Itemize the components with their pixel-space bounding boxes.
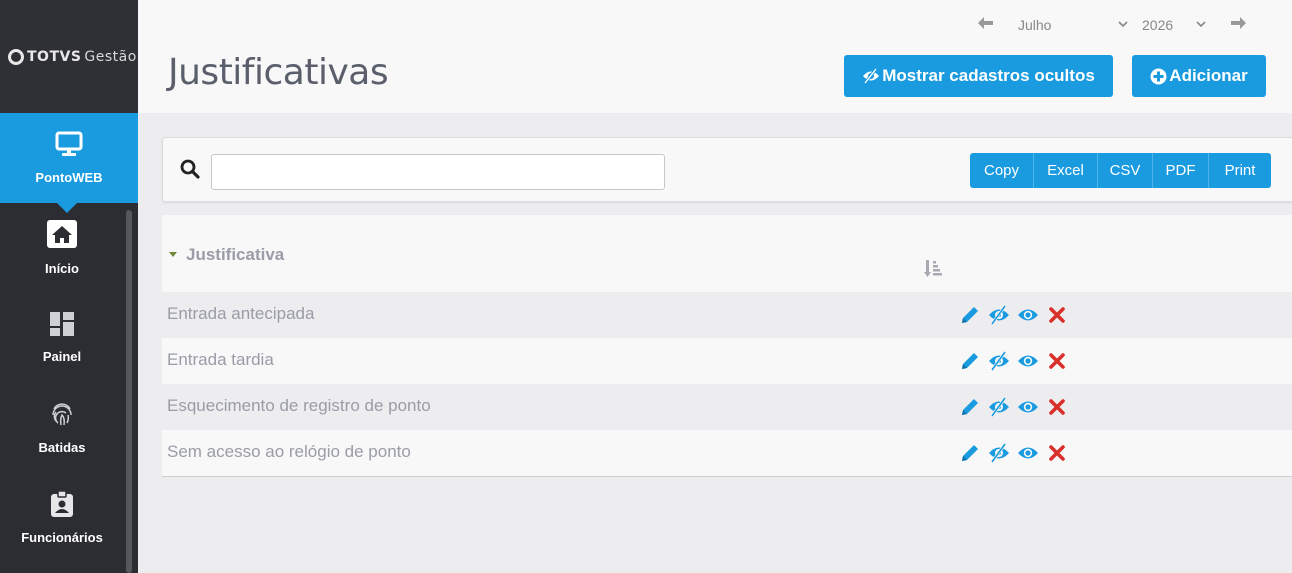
table-row[interactable]: Entrada antecipada [162,292,1292,338]
pencil-icon[interactable] [959,304,981,326]
arrow-left-icon[interactable] [978,16,994,34]
print-button[interactable]: Print [1209,153,1271,188]
pencil-icon[interactable] [959,442,981,464]
home-icon [47,220,77,253]
row-actions [959,396,1075,418]
eye-slash-icon[interactable] [988,350,1010,372]
show-hidden-label: Mostrar cadastros ocultos [882,66,1095,85]
sidebar-item-batidas[interactable]: Batidas [0,383,124,473]
brand-logo[interactable]: TOTVS Gestão [0,0,138,113]
sidebar-item-label: Painel [42,349,82,364]
year-select[interactable]: 2026 [1142,17,1206,33]
row-actions [959,350,1075,372]
delete-icon[interactable] [1046,442,1068,464]
fingerprint-icon [50,401,74,432]
brand-product: Gestão [84,48,137,65]
table-row[interactable]: Sem acesso ao relógio de ponto [162,430,1292,476]
sidebar-item-inicio[interactable]: Início [0,203,124,293]
add-label: Adicionar [1169,66,1248,85]
export-button-group: Copy Excel CSV PDF Print [970,153,1271,188]
eye-slash-icon[interactable] [988,304,1010,326]
sidebar-item-funcionarios[interactable]: Funcionários [0,473,124,563]
sort-icon[interactable] [924,260,942,283]
sidebar-item-label: Batidas [38,440,86,455]
table-row[interactable]: Esquecimento de registro de ponto [162,384,1292,430]
search-toolbar: Copy Excel CSV PDF Print [162,137,1292,202]
delete-icon[interactable] [1046,350,1068,372]
row-justificativa: Entrada antecipada [167,304,315,323]
add-button[interactable]: Adicionar [1132,55,1266,97]
chevron-down-icon [1118,19,1128,31]
pdf-button[interactable]: PDF [1153,153,1209,188]
eye-slash-icon[interactable] [988,396,1010,418]
brand-name: TOTVS [27,48,82,65]
sidebar-item-label: Início [45,261,79,276]
arrow-right-icon[interactable] [1230,16,1246,34]
sidebar-item-painel[interactable]: Painel [0,293,124,383]
sidebar-item-label: Funcionários [21,530,103,545]
column-header-justificativa: Justificativa [186,245,285,264]
row-actions [959,304,1075,326]
badge-icon [51,490,73,522]
month-select[interactable]: Julho [1018,17,1128,33]
row-justificativa: Esquecimento de registro de ponto [167,396,431,415]
date-navigator: Julho 2026 [978,16,1246,34]
totvs-logo-icon [8,48,24,65]
csv-button[interactable]: CSV [1098,153,1153,188]
copy-button[interactable]: Copy [970,153,1034,188]
row-actions [959,442,1075,464]
chevron-down-icon [1196,19,1206,31]
sidebar: TOTVS Gestão PontoWEB Início Painel Bati… [0,0,138,573]
year-value: 2026 [1142,17,1174,33]
table-header[interactable]: Justificativa [162,215,1292,292]
search-icon [180,159,200,184]
sidebar-item-label: PontoWEB [35,170,103,185]
eye-icon[interactable] [1017,350,1039,372]
pencil-icon[interactable] [959,350,981,372]
justificativas-table: Justificativa Entrada antecipada Entrada… [162,215,1292,477]
table-row[interactable]: Entrada tardia [162,338,1292,384]
dashboard-icon [50,312,74,341]
search-input[interactable] [211,154,665,190]
eye-icon[interactable] [1017,396,1039,418]
row-justificativa: Sem acesso ao relógio de ponto [167,442,411,461]
delete-icon[interactable] [1046,304,1068,326]
monitor-icon [55,131,83,162]
sidebar-scrollbar[interactable] [126,210,132,573]
sidebar-item-pontoweb[interactable]: PontoWEB [0,113,138,213]
month-value: Julho [1018,17,1052,33]
page-title: Justificativas [168,52,389,93]
caret-down-icon [169,252,177,257]
show-hidden-button[interactable]: Mostrar cadastros ocultos [844,55,1113,97]
eye-icon[interactable] [1017,304,1039,326]
eye-slash-icon[interactable] [988,442,1010,464]
delete-icon[interactable] [1046,396,1068,418]
eye-icon[interactable] [1017,442,1039,464]
plus-circle-icon [1150,68,1167,85]
pencil-icon[interactable] [959,396,981,418]
excel-button[interactable]: Excel [1034,153,1098,188]
page-header: Justificativas Julho 2026 Mostrar cadast… [138,0,1292,113]
row-justificativa: Entrada tardia [167,350,274,369]
eye-slash-icon [862,68,880,84]
